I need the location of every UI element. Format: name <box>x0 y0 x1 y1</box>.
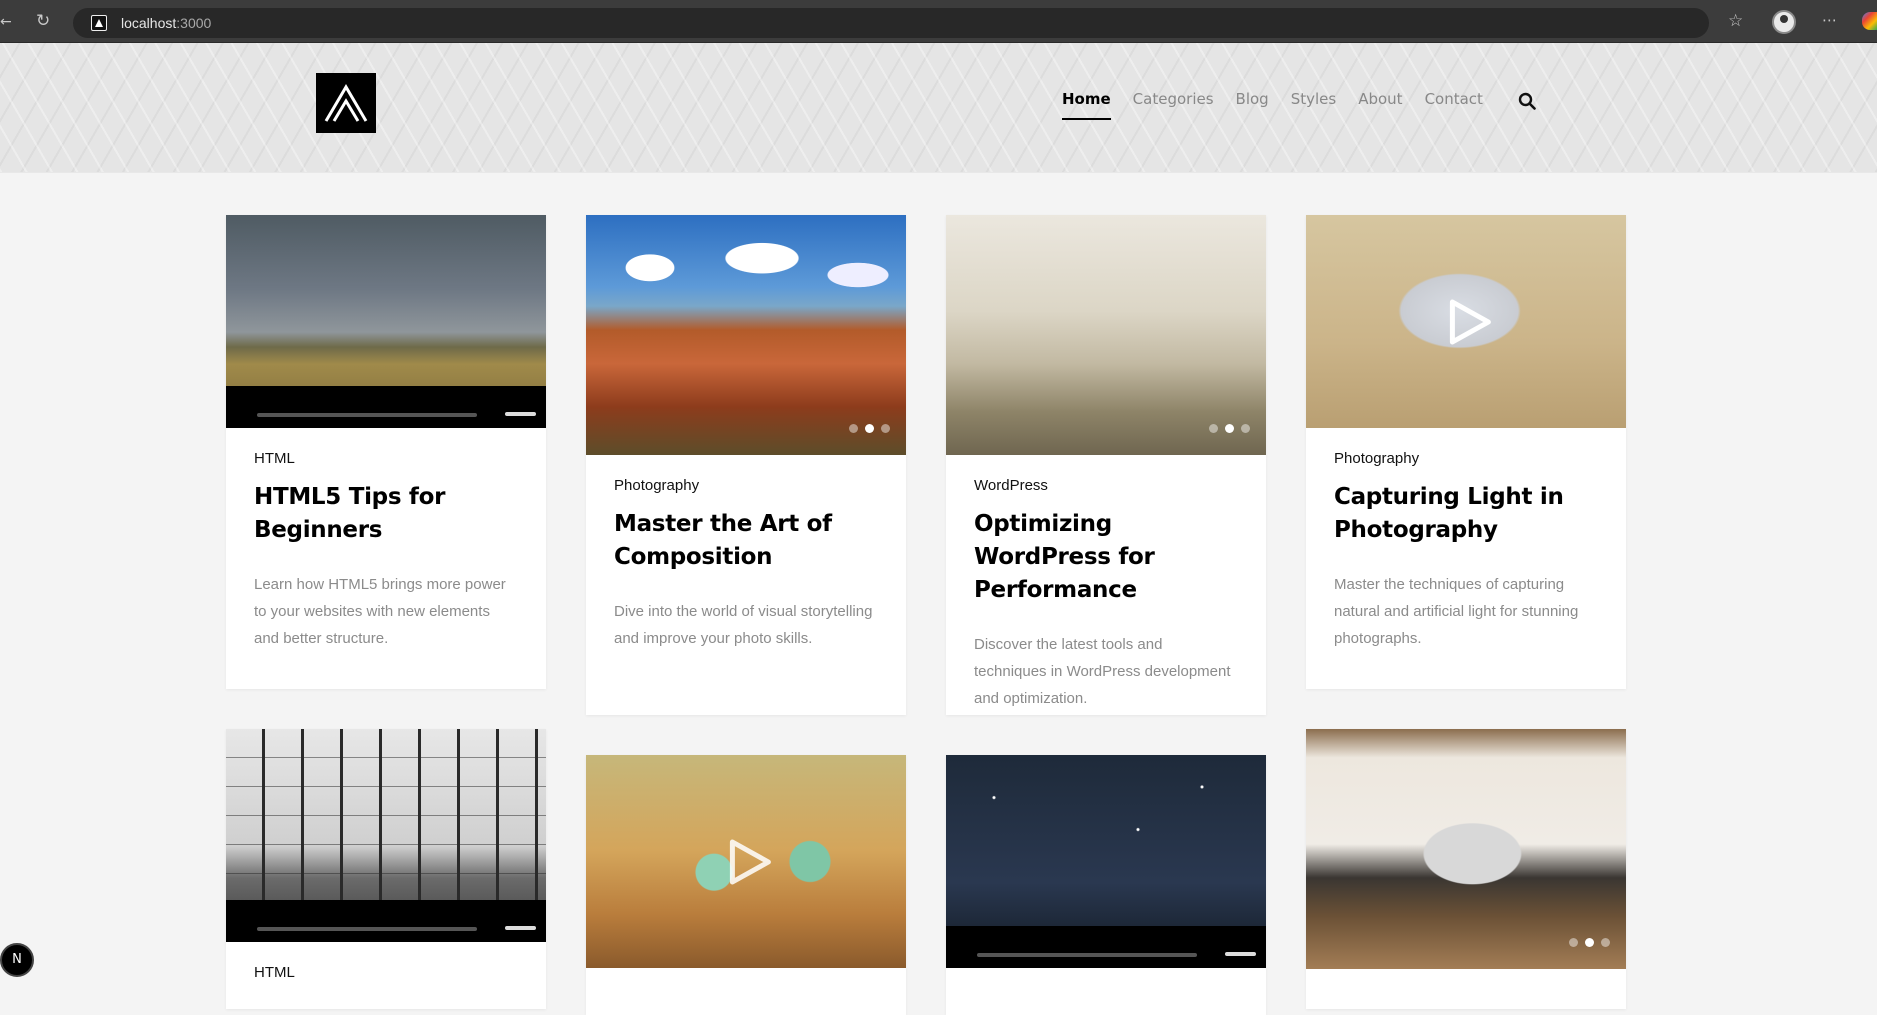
main-nav: Home Categories Blog Styles About Contac… <box>1062 90 1483 120</box>
post-title[interactable]: Optimizing WordPress for Performance <box>974 508 1238 607</box>
post-excerpt: Master the techniques of capturing natur… <box>1334 576 1579 647</box>
post-card[interactable] <box>946 755 1266 1015</box>
post-excerpt: Dive into the world of visual storytelli… <box>614 603 873 647</box>
post-gallery[interactable] <box>1306 729 1626 969</box>
video-progress-track[interactable] <box>977 953 1197 957</box>
play-icon[interactable] <box>1448 298 1492 346</box>
logo-mark-icon <box>324 84 368 122</box>
gallery-dots <box>849 424 890 433</box>
site-header: Home Categories Blog Styles About Contac… <box>0 43 1877 173</box>
site-favicon-icon <box>91 15 107 31</box>
post-video[interactable] <box>1306 215 1626 428</box>
post-title[interactable]: Capturing Light in Photography <box>1334 481 1598 547</box>
reload-icon[interactable]: ↻ <box>36 11 50 31</box>
browser-toolbar: ← ↻ localhost:3000 ☆ ⋯ <box>0 0 1877 43</box>
post-category[interactable]: HTML <box>254 964 518 981</box>
nav-styles[interactable]: Styles <box>1291 90 1337 120</box>
gallery-dot[interactable] <box>1241 424 1250 433</box>
volume-bar[interactable] <box>1225 952 1256 956</box>
bookmark-star-icon[interactable]: ☆ <box>1728 11 1743 31</box>
post-card[interactable] <box>1306 729 1626 1009</box>
post-category[interactable]: HTML <box>254 450 518 467</box>
post-video[interactable] <box>226 215 546 428</box>
video-controls[interactable] <box>946 926 1266 968</box>
nav-blog[interactable]: Blog <box>1236 90 1269 120</box>
volume-bar[interactable] <box>505 412 536 416</box>
post-category[interactable]: Photography <box>1334 450 1598 467</box>
extensions-menu-icon[interactable]: ⋯ <box>1822 11 1837 29</box>
post-card[interactable]: Photography Master the Art of Compositio… <box>586 215 906 715</box>
post-category[interactable]: WordPress <box>974 477 1238 494</box>
volume-bar[interactable] <box>505 926 536 930</box>
post-gallery[interactable] <box>946 215 1266 455</box>
post-category[interactable]: Photography <box>614 477 878 494</box>
gallery-dot-active[interactable] <box>865 424 874 433</box>
gallery-dot[interactable] <box>1569 938 1578 947</box>
post-excerpt: Learn how HTML5 brings more power to you… <box>254 576 506 647</box>
browser-logo-icon[interactable] <box>1862 12 1877 30</box>
post-excerpt: Discover the latest tools and techniques… <box>974 636 1231 707</box>
gallery-dot[interactable] <box>881 424 890 433</box>
nav-categories[interactable]: Categories <box>1133 90 1214 120</box>
gallery-dot-active[interactable] <box>1585 938 1594 947</box>
post-video[interactable] <box>946 755 1266 968</box>
nav-home[interactable]: Home <box>1062 90 1111 120</box>
post-card[interactable]: WordPress Optimizing WordPress for Perfo… <box>946 215 1266 715</box>
video-controls[interactable] <box>226 900 546 942</box>
play-icon[interactable] <box>728 838 772 886</box>
profile-avatar[interactable] <box>1772 10 1796 34</box>
post-video[interactable] <box>586 755 906 968</box>
url-port: :3000 <box>176 15 212 31</box>
back-arrow-icon[interactable]: ← <box>0 14 12 30</box>
video-progress-track[interactable] <box>257 413 477 417</box>
gallery-dot[interactable] <box>849 424 858 433</box>
post-title[interactable]: HTML5 Tips for Beginners <box>254 481 518 547</box>
url-text: localhost:3000 <box>121 15 211 31</box>
gallery-dots <box>1209 424 1250 433</box>
site-logo[interactable] <box>316 73 376 133</box>
nav-about[interactable]: About <box>1358 90 1402 120</box>
post-title[interactable]: Master the Art of Composition <box>614 508 878 574</box>
post-card[interactable] <box>586 755 906 1015</box>
post-video[interactable] <box>226 729 546 942</box>
video-controls[interactable] <box>226 386 546 428</box>
gallery-dot[interactable] <box>1209 424 1218 433</box>
dev-tools-badge[interactable]: N <box>0 943 34 977</box>
video-progress-track[interactable] <box>257 927 477 931</box>
address-bar[interactable]: localhost:3000 <box>73 8 1709 38</box>
url-host: localhost <box>121 15 177 31</box>
search-icon[interactable] <box>1518 92 1536 110</box>
gallery-dots <box>1569 938 1610 947</box>
gallery-dot[interactable] <box>1601 938 1610 947</box>
post-card[interactable]: HTML HTML5 Tips for Beginners Learn how … <box>226 215 546 689</box>
post-card[interactable]: Photography Capturing Light in Photograp… <box>1306 215 1626 689</box>
post-card[interactable]: HTML <box>226 729 546 1009</box>
post-gallery[interactable] <box>586 215 906 455</box>
gallery-dot-active[interactable] <box>1225 424 1234 433</box>
nav-contact[interactable]: Contact <box>1425 90 1483 120</box>
